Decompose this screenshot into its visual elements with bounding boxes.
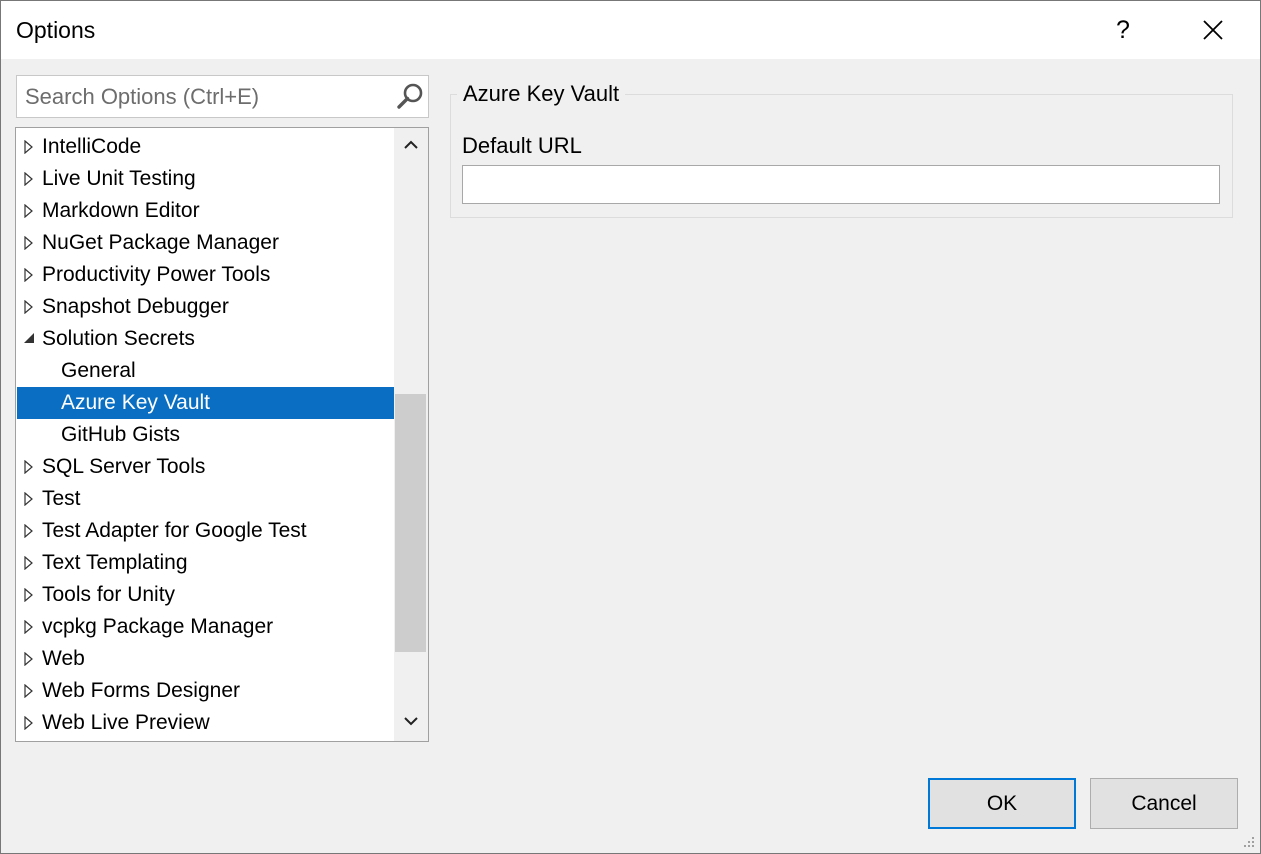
tree-item-label: Text Templating — [42, 551, 188, 574]
tree-item-label: Azure Key Vault — [61, 391, 211, 414]
chevron-down-icon — [404, 717, 418, 726]
tree-item-solution-secrets[interactable]: Solution Secrets — [17, 323, 394, 355]
tree-item-label: Web Live Preview — [42, 711, 210, 734]
tree-item-test-adapter-for-google-test[interactable]: Test Adapter for Google Test — [17, 515, 394, 547]
tree-item-nuget-package-manager[interactable]: NuGet Package Manager — [17, 227, 394, 259]
tree-item-intellicode[interactable]: IntelliCode — [17, 131, 394, 163]
collapsed-triangle-icon[interactable] — [23, 227, 37, 259]
tree-item-live-unit-testing[interactable]: Live Unit Testing — [17, 163, 394, 195]
tree-item-label: Test Adapter for Google Test — [42, 519, 307, 542]
tree-item-tools-for-unity[interactable]: Tools for Unity — [17, 579, 394, 611]
tree-item-label: GitHub Gists — [61, 423, 181, 446]
close-button[interactable] — [1191, 9, 1235, 51]
collapsed-triangle-icon[interactable] — [23, 675, 37, 707]
tree-item-label: Productivity Power Tools — [42, 263, 271, 286]
tree-item-vcpkg-package-manager[interactable]: vcpkg Package Manager — [17, 611, 394, 643]
default-url-label: Default URL — [462, 133, 582, 158]
tree-item-productivity-power-tools[interactable]: Productivity Power Tools — [17, 259, 394, 291]
tree-item-label: vcpkg Package Manager — [42, 615, 274, 638]
help-button[interactable]: ? — [1101, 9, 1145, 51]
options-dialog: Options ? IntelliCode Live Unit Testing Ma… — [0, 0, 1261, 854]
expanded-triangle-icon[interactable] — [23, 323, 37, 355]
collapsed-triangle-icon[interactable] — [23, 707, 37, 739]
scroll-thumb[interactable] — [395, 394, 426, 652]
tree-item-label: SQL Server Tools — [42, 455, 206, 478]
tree-item-markdown-editor[interactable]: Markdown Editor — [17, 195, 394, 227]
tree-item-label: Web Forms Designer — [42, 679, 241, 702]
tree-item-label: Web — [42, 647, 85, 670]
search-input[interactable] — [17, 76, 387, 117]
scroll-down-button[interactable] — [394, 706, 428, 740]
collapsed-triangle-icon[interactable] — [23, 611, 37, 643]
scroll-up-button[interactable] — [394, 130, 428, 164]
collapsed-triangle-icon[interactable] — [23, 195, 37, 227]
tree-item-web-live-preview[interactable]: Web Live Preview — [17, 707, 394, 739]
tree-item-label: Test — [42, 487, 81, 510]
tree-list: IntelliCode Live Unit Testing Markdown Edi… — [17, 131, 394, 739]
collapsed-triangle-icon[interactable] — [23, 451, 37, 483]
close-icon — [1203, 20, 1223, 40]
tree-scrollbar[interactable] — [394, 128, 428, 741]
tree-item-general[interactable]: General — [17, 355, 394, 387]
tree-item-github-gists[interactable]: GitHub Gists — [17, 419, 394, 451]
collapsed-triangle-icon[interactable] — [23, 291, 37, 323]
tree-item-label: Live Unit Testing — [42, 167, 196, 190]
tree-item-label: Snapshot Debugger — [42, 295, 229, 318]
collapsed-triangle-icon[interactable] — [23, 643, 37, 675]
title-bar: Options ? — [1, 1, 1260, 59]
tree-item-label: Tools for Unity — [42, 583, 176, 606]
tree-item-text-templating[interactable]: Text Templating — [17, 547, 394, 579]
search-box[interactable] — [16, 75, 429, 118]
collapsed-triangle-icon[interactable] — [23, 515, 37, 547]
tree-item-label: Solution Secrets — [42, 327, 195, 350]
collapsed-triangle-icon[interactable] — [23, 259, 37, 291]
collapsed-triangle-icon[interactable] — [23, 579, 37, 611]
group-title: Azure Key Vault — [457, 81, 626, 107]
tree-item-web[interactable]: Web — [17, 643, 394, 675]
default-url-input[interactable] — [462, 165, 1220, 204]
collapsed-triangle-icon[interactable] — [23, 547, 37, 579]
tree-item-label: NuGet Package Manager — [42, 231, 279, 254]
tree-item-label: IntelliCode — [42, 135, 142, 158]
tree-item-test[interactable]: Test — [17, 483, 394, 515]
dialog-title: Options — [16, 17, 96, 43]
options-tree: IntelliCode Live Unit Testing Markdown Edi… — [15, 127, 429, 742]
tree-item-label: General — [61, 359, 136, 382]
search-icon[interactable] — [395, 82, 425, 112]
azure-key-vault-group: Azure Key Vault Default URL — [450, 81, 1233, 218]
collapsed-triangle-icon[interactable] — [23, 483, 37, 515]
ok-button[interactable]: OK — [928, 778, 1076, 829]
tree-item-sql-server-tools[interactable]: SQL Server Tools — [17, 451, 394, 483]
tree-item-web-forms-designer[interactable]: Web Forms Designer — [17, 675, 394, 707]
collapsed-triangle-icon[interactable] — [23, 163, 37, 195]
tree-item-label: Markdown Editor — [42, 199, 200, 222]
tree-item-snapshot-debugger[interactable]: Snapshot Debugger — [17, 291, 394, 323]
resize-grip-icon[interactable] — [1240, 833, 1256, 849]
chevron-up-icon — [404, 140, 418, 149]
cancel-button[interactable]: Cancel — [1090, 778, 1238, 829]
tree-item-azure-key-vault[interactable]: Azure Key Vault — [17, 387, 394, 419]
collapsed-triangle-icon[interactable] — [23, 131, 37, 163]
